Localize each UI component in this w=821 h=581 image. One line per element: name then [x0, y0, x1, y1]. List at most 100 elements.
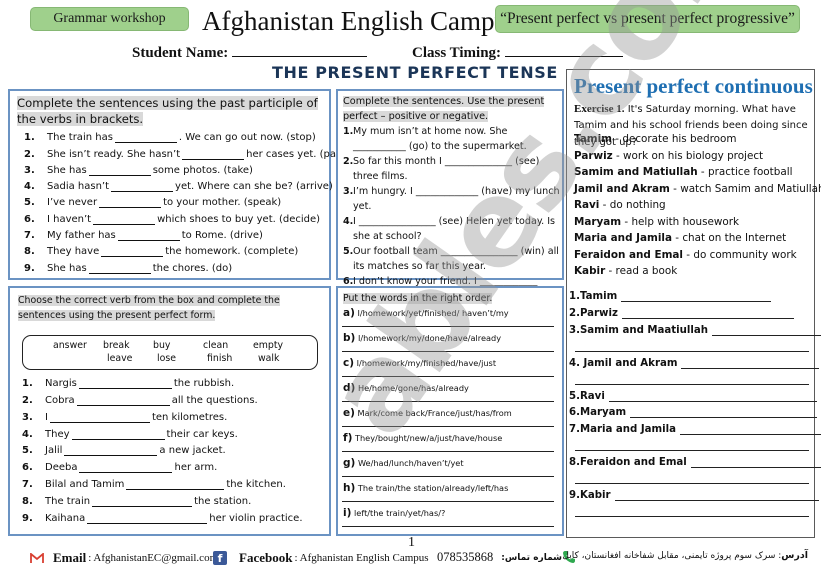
answer-row: 6.Maryam	[569, 407, 818, 418]
item-text-after: the rubbish.	[173, 377, 235, 389]
verb-option: lose	[157, 353, 176, 364]
answer-line[interactable]	[608, 392, 817, 402]
answer-line[interactable]	[621, 292, 772, 302]
item-text-before: Sadia hasn’t	[47, 181, 110, 193]
word-order-item: c) I/homework/my/finished/have/just	[343, 357, 555, 369]
exercise-item: 3. I’m hungry. I _____________ (have) my …	[343, 184, 561, 214]
item-letter: f)	[343, 432, 353, 444]
item-number: 9.	[24, 262, 35, 274]
item-words: left/the train/yet/has/?	[354, 508, 446, 518]
item-text-after: to Rome. (drive)	[181, 230, 263, 242]
facebook-page[interactable]: : Afghanistan English Campus	[294, 552, 428, 564]
item-words: The train/the station/already/left/has	[357, 483, 509, 493]
answer-blank[interactable]	[93, 215, 156, 225]
item-number: 7.	[24, 230, 35, 242]
item-number: 8.	[22, 496, 33, 508]
answer-continuation-line[interactable]	[575, 516, 809, 517]
person-name: Maria and Jamila	[574, 232, 672, 244]
item-words: We/had/lunch/haven’t/yet	[357, 458, 464, 468]
exercise-list: 1. Nargis the rubbish. 2. Cobra all the quest…	[22, 372, 303, 525]
answer-label: 5.Ravi	[569, 391, 605, 402]
item-number: 4.	[343, 216, 354, 227]
student-name-blank[interactable]	[232, 43, 368, 57]
item-number: 9.	[22, 513, 33, 525]
answer-blank[interactable]	[88, 166, 151, 176]
answer-blank[interactable]	[126, 480, 225, 491]
item-text-after: the station.	[194, 496, 252, 508]
answer-line[interactable]	[690, 458, 821, 468]
answer-line[interactable]	[342, 451, 554, 452]
answer-blank[interactable]	[92, 497, 193, 508]
answer-row: 5.Ravi	[569, 391, 817, 402]
answer-blank[interactable]	[64, 446, 158, 457]
answer-continuation-line[interactable]	[575, 384, 809, 385]
answer-blank[interactable]	[78, 379, 172, 389]
answer-line[interactable]	[342, 526, 554, 527]
answer-line[interactable]	[342, 401, 554, 402]
item-letter: a)	[343, 307, 355, 319]
exercise-item: 4. Sadia hasn’t yet. Where can she be? (ar…	[24, 176, 351, 193]
answer-line[interactable]	[681, 359, 820, 369]
answer-blank[interactable]	[79, 463, 173, 474]
activity-item: Jamil and Akram - watch Samim and Matiul…	[574, 183, 821, 200]
item-number: 4.	[22, 428, 33, 440]
item-text-before: She isn’t ready. She hasn’t	[47, 148, 181, 160]
item-number: 3.	[22, 411, 33, 423]
answer-line[interactable]	[342, 501, 554, 502]
verb-option: empty	[253, 340, 284, 351]
verb-option: clean	[203, 340, 229, 351]
answer-blank[interactable]	[87, 514, 208, 525]
answer-row: 7.Maria and Jamila	[569, 424, 821, 435]
footer: Email: AfghanistanEC@gmail.com f Faceboo…	[0, 546, 821, 568]
answer-line[interactable]	[614, 491, 819, 501]
answer-blank[interactable]	[49, 413, 150, 423]
exercise-past-participle: Complete the sentences using the past pa…	[8, 89, 351, 280]
activity-text: - watch Samim and Matiullah	[673, 182, 821, 195]
answer-continuation-line[interactable]	[575, 483, 809, 484]
activity-text: - decorate his bedroom	[615, 133, 737, 145]
answer-blank[interactable]	[182, 150, 245, 160]
email-address[interactable]: : AfghanistanEC@gmail.com	[88, 552, 218, 564]
answer-line[interactable]	[342, 326, 554, 327]
answer-blank[interactable]	[88, 264, 151, 274]
exercise-positive-negative: Complete the sentences. Use the present …	[336, 89, 564, 302]
answer-continuation-line[interactable]	[575, 351, 809, 352]
answer-continuation-line[interactable]	[575, 450, 809, 451]
answer-line[interactable]	[342, 476, 554, 477]
answer-blank[interactable]	[114, 133, 177, 144]
exercise-item: 2. Cobra all the questions.	[22, 389, 303, 406]
activity-text: - chat on the Internet	[675, 232, 787, 244]
answer-row: 2.Parwiz	[569, 308, 794, 319]
activity-item: Kabir - read a book	[574, 265, 821, 282]
activity-item: Maria and Jamila - chat on the Internet	[574, 232, 821, 249]
item-words: They/bought/new/a/just/have/house	[354, 433, 503, 443]
exercise-list: 1. My mum isn’t at home now. She ________…	[343, 124, 561, 304]
item-number: 2.	[24, 148, 35, 160]
answer-line[interactable]	[342, 351, 554, 352]
phone-number: 078535868	[437, 550, 494, 564]
word-order-item: e) Mark/come back/France/just/has/from	[343, 407, 555, 419]
class-timing-blank[interactable]	[505, 43, 624, 57]
activity-item: Maryam - help with housework	[574, 216, 821, 233]
answer-blank[interactable]	[111, 182, 174, 193]
exercise-instruction: Put the words in the right order.	[343, 293, 493, 304]
exercise-item: 9. She has the chores. (do)	[24, 257, 351, 274]
class-timing-label: Class Timing:	[412, 45, 502, 61]
answer-line[interactable]	[342, 426, 554, 427]
answer-blank[interactable]	[76, 396, 170, 406]
answer-blank[interactable]	[99, 198, 162, 209]
activity-text: - read a book	[608, 265, 678, 277]
answer-line[interactable]	[712, 326, 821, 336]
answer-line[interactable]	[680, 425, 821, 435]
answer-blank[interactable]	[71, 430, 165, 440]
answer-blank[interactable]	[117, 231, 180, 242]
grammar-workshop-badge: Grammar workshop	[30, 7, 189, 31]
answer-blank[interactable]	[101, 247, 164, 258]
activity-item: Ravi - do nothing	[574, 199, 821, 216]
answer-label: 8.Feraidon and Emal	[569, 457, 687, 468]
answer-line[interactable]	[630, 408, 818, 418]
answer-line[interactable]	[342, 376, 554, 377]
answer-line[interactable]	[621, 309, 794, 319]
item-text-before: They have	[47, 246, 100, 258]
word-order-item: b) I/homework/my/done/have/already	[343, 332, 555, 344]
